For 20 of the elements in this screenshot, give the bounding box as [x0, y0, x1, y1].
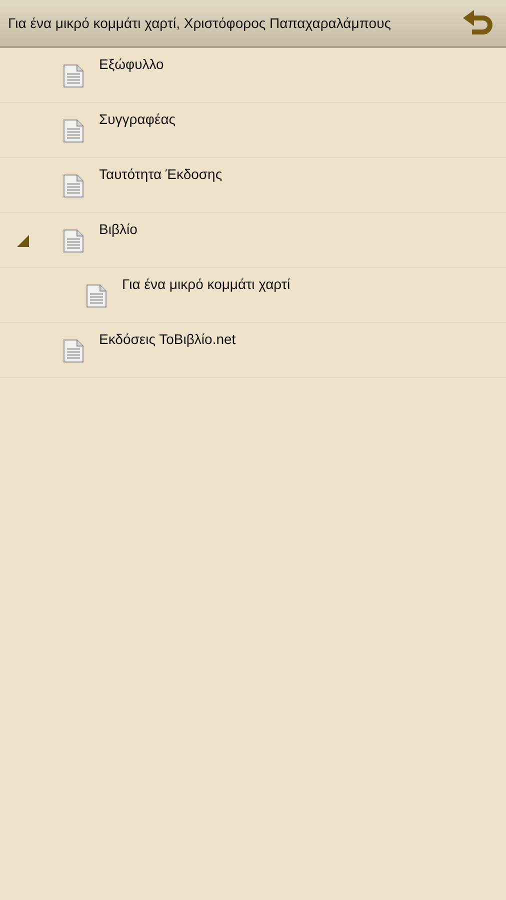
- toc-label: Εξώφυλλο: [99, 56, 164, 74]
- toc-item[interactable]: Ταυτότητα Έκδοσης: [0, 158, 506, 213]
- toc-item[interactable]: Εκδόσεις ΤοΒιβλίο.net: [0, 323, 506, 378]
- toc-label: Βιβλίο: [99, 221, 138, 239]
- toc-label: Ταυτότητα Έκδοσης: [99, 166, 222, 184]
- book-title: Για ένα μικρό κομμάτι χαρτί, Χριστόφορος Παπαχαραλάμπους: [8, 15, 391, 31]
- expanded-icon[interactable]: [17, 234, 29, 246]
- document-icon: [63, 339, 84, 363]
- document-icon: [63, 174, 84, 198]
- toc-item[interactable]: Για ένα μικρό κομμάτι χαρτί: [0, 268, 506, 323]
- toc-label: Για ένα μικρό κομμάτι χαρτί: [122, 276, 290, 294]
- document-icon: [63, 229, 84, 253]
- document-icon: [86, 284, 107, 308]
- document-icon: [63, 119, 84, 143]
- toc-item[interactable]: Εξώφυλλο: [0, 48, 506, 103]
- toc-label: Συγγραφέας: [99, 111, 176, 129]
- toc-label: Εκδόσεις ΤοΒιβλίο.net: [99, 331, 236, 349]
- toc-item[interactable]: Συγγραφέας: [0, 103, 506, 158]
- toc-item[interactable]: Βιβλίο: [0, 213, 506, 268]
- document-icon: [63, 64, 84, 88]
